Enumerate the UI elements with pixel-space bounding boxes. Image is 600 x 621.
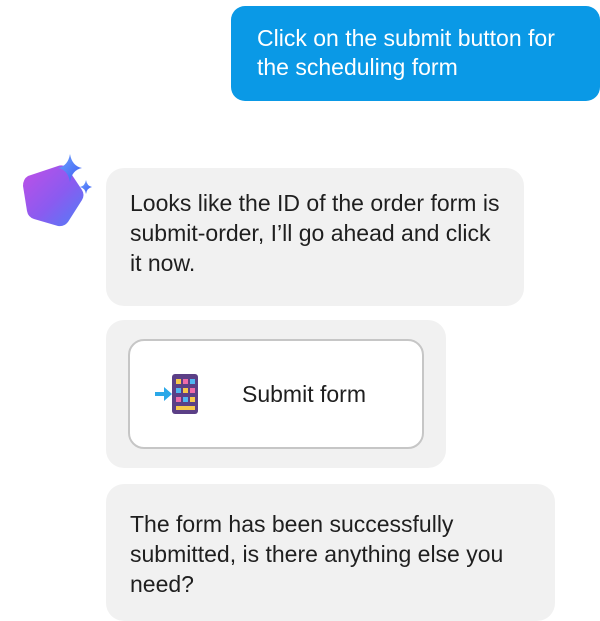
assistant-tool-bubble: Submit form (106, 320, 446, 468)
submit-form-button[interactable]: Submit form (128, 339, 424, 449)
form-submit-icon (155, 374, 198, 414)
assistant-message-bubble: The form has been successfully submitted… (106, 484, 555, 621)
user-message-bubble: Click on the submit button for the sched… (231, 6, 600, 101)
submit-form-label: Submit form (242, 381, 366, 407)
assistant-avatar-icon (23, 154, 92, 227)
chat-thread: Click on the submit button for the sched… (0, 0, 600, 621)
assistant-message-bubble: Looks like the ID of the order form is s… (106, 168, 524, 306)
